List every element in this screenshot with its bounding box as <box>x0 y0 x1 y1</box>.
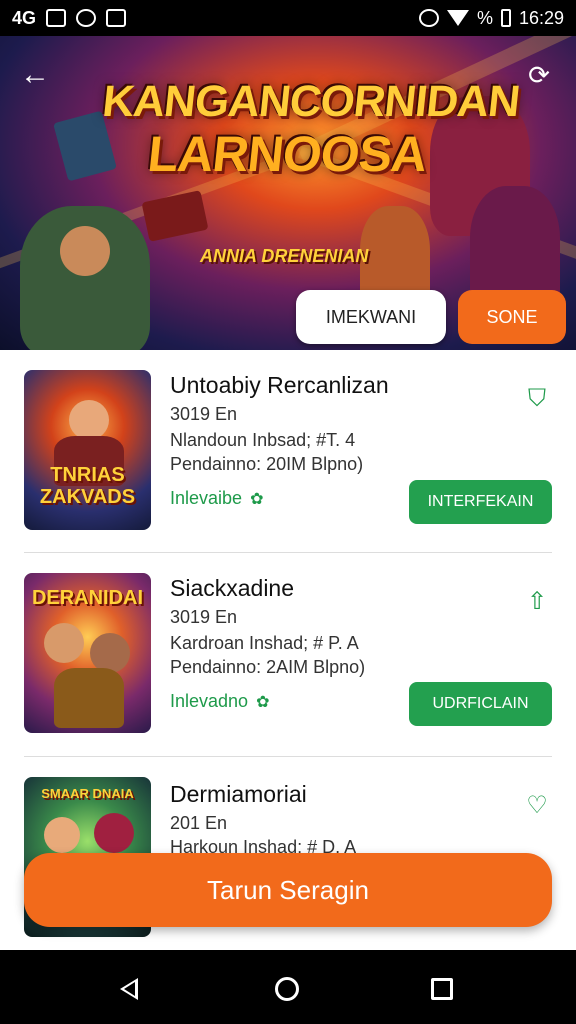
battery-percent: % <box>476 7 493 28</box>
thumbnail-title: TNRIAS ZAKVADS <box>39 464 136 508</box>
status-right: % 16:29 <box>418 7 564 29</box>
battery-icon <box>500 9 511 27</box>
secondary-action-button[interactable]: IMEKWANI <box>296 290 446 344</box>
hero-title-line2: LARNOOSA <box>145 126 430 182</box>
floating-box-icon <box>141 190 209 242</box>
item-title: Siackxadine <box>170 575 295 601</box>
item-detail-1: Kardroan Inshad; # P. A <box>170 633 359 653</box>
thumbnail-character-body <box>54 668 124 728</box>
thumbnail-character <box>69 400 109 440</box>
hero-character-face <box>60 226 110 276</box>
divider <box>24 756 552 757</box>
list-item[interactable]: DERANIDAI Siackxadine 3019 En Kardroan I… <box>0 573 576 773</box>
leaf-icon: ✿ <box>256 694 270 711</box>
item-status: Inlevadno ✿ <box>170 691 269 712</box>
nav-home-icon[interactable] <box>275 977 299 1001</box>
carrier-label: 4G <box>12 7 37 28</box>
record-icon <box>76 9 97 27</box>
thumbnail-character <box>44 817 80 853</box>
item-subtitle: 201 En <box>170 813 228 833</box>
item-detail-2: Pendainno: 2AIM Blpno) <box>170 657 366 677</box>
item-action-button[interactable]: INTERFEKAIN <box>409 480 552 524</box>
clock: 16:29 <box>518 7 564 28</box>
game-thumbnail[interactable]: DERANIDAI <box>24 573 151 733</box>
heart-icon[interactable]: ♡ <box>524 793 550 819</box>
item-title: Untoabiy Rercanlizan <box>170 372 389 398</box>
status-label: Inlevadno <box>170 691 249 711</box>
thumbnail-title: SMAAR DNAIA <box>41 786 134 801</box>
hero-title-line1: KANGANCORNIDAN <box>100 77 522 126</box>
cta-button[interactable]: Tarun Seragin <box>24 853 552 927</box>
item-subtitle: 3019 En <box>170 607 238 627</box>
hero-subtitle: ANNIA DRENENIAN <box>200 246 369 266</box>
hero-banner: KANGANCORNIDAN LARNOOSA ANNIA DRENENIAN … <box>0 36 576 350</box>
home-notification-icon <box>106 9 127 27</box>
item-detail-1: Nlandoun Inbsad; #T. 4 <box>170 430 356 450</box>
item-action-button[interactable]: UDRFICLAIN <box>409 682 552 726</box>
share-icon[interactable]: ⟳ <box>522 60 556 94</box>
list-item[interactable]: TNRIAS ZAKVADS Untoabiy Rercanlizan 3019… <box>0 370 576 570</box>
thumbnail-character <box>94 813 134 853</box>
primary-action-button[interactable]: SONE <box>458 290 566 344</box>
back-arrow-icon[interactable]: ← <box>20 60 54 94</box>
share-box-icon[interactable]: ⇧ <box>524 589 550 615</box>
status-bar: 4G % 16:29 <box>0 0 576 36</box>
bag-icon[interactable]: ⛉ <box>524 386 550 412</box>
status-left: 4G <box>12 7 127 29</box>
navigation-bar <box>0 950 576 1024</box>
hero-title: KANGANCORNIDAN LARNOOSA <box>95 76 522 182</box>
leaf-icon: ✿ <box>250 491 264 508</box>
item-detail-2: Pendainno: 20IM Blpno) <box>170 454 364 474</box>
item-title: Dermiamoriai <box>170 781 307 807</box>
thumbnail-title: DERANIDAI <box>31 587 144 609</box>
alarm-icon <box>418 9 439 27</box>
item-subtitle: 3019 En <box>170 404 238 424</box>
thumbnail-character <box>90 633 130 673</box>
thumbnail-character <box>44 623 84 663</box>
divider <box>24 552 552 553</box>
gallery-icon <box>46 9 67 27</box>
item-status: Inlevaibe ✿ <box>170 488 263 509</box>
nav-back-icon[interactable] <box>120 978 138 1000</box>
status-label: Inlevaibe <box>170 488 243 508</box>
wifi-icon <box>446 10 469 26</box>
game-thumbnail[interactable]: TNRIAS ZAKVADS <box>24 370 151 530</box>
nav-recents-icon[interactable] <box>431 978 453 1000</box>
